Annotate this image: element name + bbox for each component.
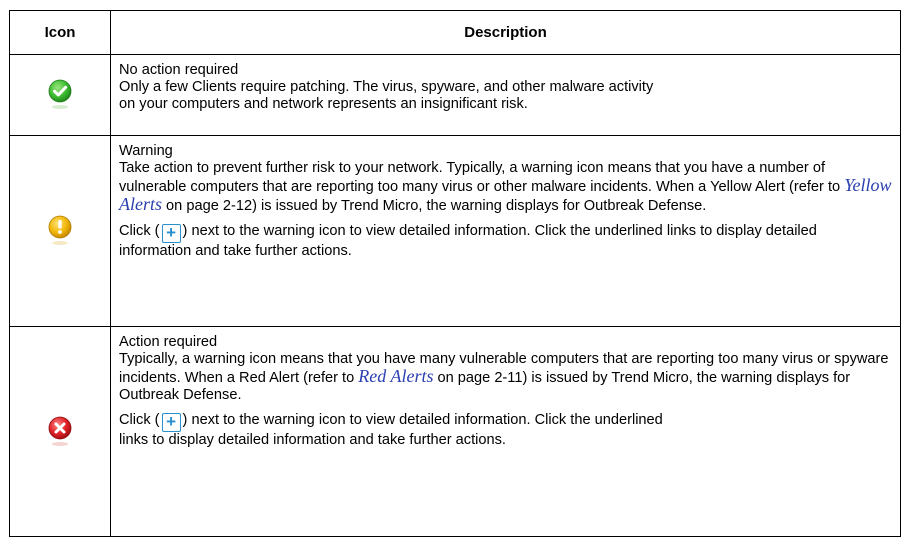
table-row-warning: Warning Take action to prevent further r…: [9, 135, 901, 327]
row-text: Take action to prevent further risk to y…: [119, 160, 892, 214]
header-description: Description: [110, 10, 901, 55]
description-cell: Warning Take action to prevent further r…: [110, 135, 901, 327]
row-text: Only a few Clients require patching. The…: [119, 79, 654, 112]
row-title: Action required: [119, 334, 218, 350]
row-title: Warning: [119, 143, 173, 159]
icon-cell: [9, 326, 111, 537]
description-cell: No action required Only a few Clients re…: [110, 54, 901, 136]
icon-description-table: Icon Description No action required Only…: [9, 10, 901, 537]
red-alerts-link[interactable]: Red Alerts: [358, 366, 433, 386]
red-error-icon: [10, 415, 110, 449]
table-row-action-required: Action required Typically, a warning ico…: [9, 326, 901, 537]
row-text: Typically, a warning icon means that you…: [119, 351, 889, 403]
table-header-row: Icon Description: [9, 10, 901, 55]
row-click-text: Click (+) next to the warning icon to vi…: [119, 412, 663, 448]
row-title: No action required: [119, 62, 239, 78]
icon-cell: [9, 135, 111, 327]
description-cell: Action required Typically, a warning ico…: [110, 326, 901, 537]
row-click-text: Click (+) next to the warning icon to vi…: [119, 223, 817, 259]
green-check-icon: [10, 78, 110, 112]
header-icon: Icon: [9, 10, 111, 55]
yellow-warning-icon: [10, 214, 110, 248]
expand-plus-icon[interactable]: +: [161, 224, 181, 243]
expand-plus-icon[interactable]: +: [161, 413, 181, 432]
icon-cell: [9, 54, 111, 136]
table-row-no-action: No action required Only a few Clients re…: [9, 54, 901, 136]
